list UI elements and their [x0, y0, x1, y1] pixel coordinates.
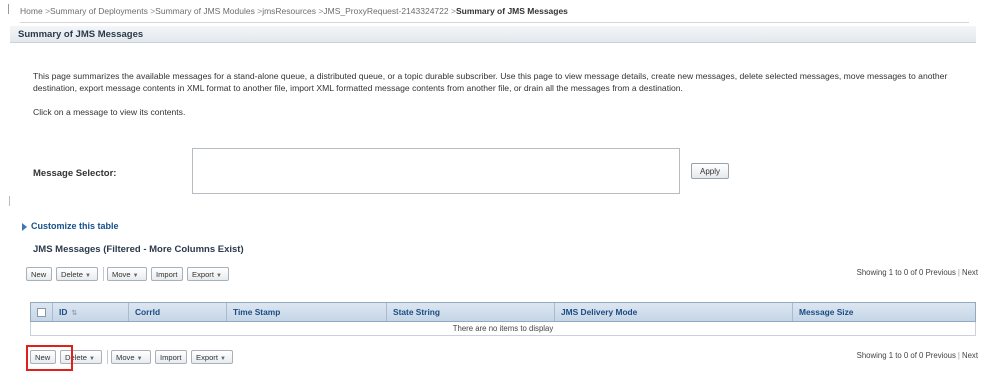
- column-header-message-size[interactable]: Message Size: [793, 303, 975, 321]
- export-button[interactable]: Export ▼: [187, 267, 229, 281]
- move-button[interactable]: Move ▼: [107, 267, 147, 281]
- table-title: JMS Messages (Filtered - More Columns Ex…: [33, 244, 244, 255]
- new-button-highlight: [26, 345, 73, 371]
- breadcrumb-home[interactable]: Home: [20, 6, 43, 16]
- frame-edge-mark: [8, 4, 9, 14]
- pagination-divider: |: [957, 268, 960, 277]
- select-all-cell: [31, 303, 53, 321]
- table-toolbar-top: New Delete ▼ Move ▼ Import Export ▼ Showing…: [26, 264, 978, 283]
- next-link[interactable]: Next: [962, 351, 978, 360]
- breadcrumb-deployments[interactable]: Summary of Deployments: [50, 6, 148, 16]
- table-header: ID ⇅ CorrId Time Stamp State String JMS D…: [30, 302, 976, 322]
- breadcrumb: Home >Summary of Deployments >Summary of…: [20, 6, 969, 23]
- chevron-down-icon: ▼: [136, 356, 143, 362]
- column-header-jms-delivery-mode[interactable]: JMS Delivery Mode: [555, 303, 793, 321]
- chevron-down-icon: ▼: [219, 356, 226, 362]
- chevron-down-icon: ▼: [132, 273, 139, 279]
- row-count-text: Showing 1 to 0 of 0: [856, 351, 924, 360]
- pagination-divider: |: [957, 351, 960, 360]
- delete-button[interactable]: Delete ▼: [56, 267, 98, 281]
- select-all-checkbox[interactable]: [37, 308, 46, 317]
- customize-table-link[interactable]: Customize this table: [22, 221, 119, 231]
- export-button-bottom[interactable]: Export ▼: [191, 350, 233, 364]
- export-label: Export: [196, 353, 218, 362]
- breadcrumb-current: Summary of JMS Messages: [455, 6, 568, 16]
- previous-link[interactable]: Previous: [926, 268, 956, 277]
- column-header-state-string[interactable]: State String: [387, 303, 555, 321]
- table-toolbar-bottom: New Delete ▼ Move ▼ Import Export ▼ Showing…: [26, 345, 978, 364]
- delete-label: Delete: [61, 270, 83, 279]
- toolbar-divider: [107, 350, 108, 364]
- import-button-bottom[interactable]: Import: [155, 350, 187, 364]
- page-title: Summary of JMS Messages: [10, 26, 976, 43]
- sort-icon[interactable]: ⇅: [71, 310, 77, 317]
- column-header-time-stamp[interactable]: Time Stamp: [227, 303, 387, 321]
- column-header-id-label: ID: [59, 307, 68, 317]
- empty-table-message: There are no items to display: [30, 322, 976, 336]
- move-label: Move: [116, 353, 135, 362]
- import-button[interactable]: Import: [151, 267, 183, 281]
- breadcrumb-jms-modules[interactable]: Summary of JMS Modules: [155, 6, 255, 16]
- frame-edge-mark: [9, 196, 10, 206]
- message-selector-input[interactable]: [192, 148, 680, 194]
- message-selector-label: Message Selector:: [33, 168, 117, 179]
- toolbar-divider: [103, 267, 104, 281]
- move-button-bottom[interactable]: Move ▼: [111, 350, 151, 364]
- next-link[interactable]: Next: [962, 268, 978, 277]
- pagination-status: Showing 1 to 0 of 0 Previous | Next: [857, 268, 978, 277]
- click-hint: Click on a message to view its contents.: [33, 107, 186, 117]
- customize-table-label: Customize this table: [31, 221, 119, 231]
- chevron-down-icon: ▼: [215, 273, 222, 279]
- expand-triangle-icon: [22, 222, 27, 231]
- page-description: This page summarizes the available messa…: [33, 71, 948, 93]
- previous-link[interactable]: Previous: [926, 351, 956, 360]
- chevron-down-icon: ▼: [84, 273, 91, 279]
- pagination-status-bottom: Showing 1 to 0 of 0 Previous | Next: [857, 351, 978, 360]
- chevron-down-icon: ▼: [88, 356, 95, 362]
- column-header-corrid[interactable]: CorrId: [129, 303, 227, 321]
- row-count-text: Showing 1 to 0 of 0: [856, 268, 924, 277]
- apply-button[interactable]: Apply: [691, 163, 729, 179]
- column-header-id[interactable]: ID ⇅: [53, 303, 129, 321]
- export-label: Export: [192, 270, 214, 279]
- breadcrumb-jms-resources[interactable]: jmsResources: [262, 6, 316, 16]
- new-button[interactable]: New: [26, 267, 52, 281]
- move-label: Move: [112, 270, 131, 279]
- breadcrumb-proxy-request[interactable]: JMS_ProxyRequest-2143324722: [323, 6, 448, 16]
